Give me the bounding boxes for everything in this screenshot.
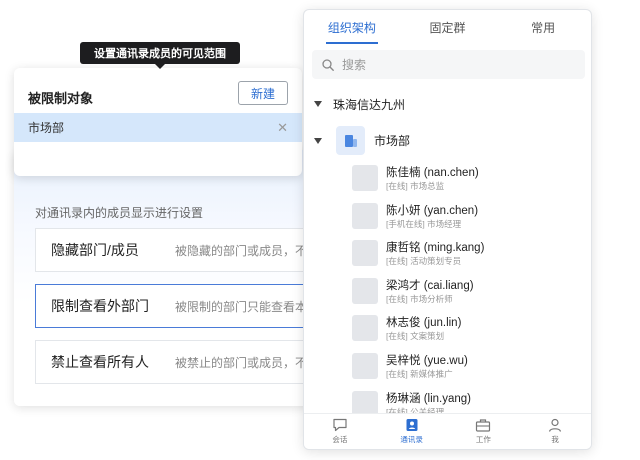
option-description: 被隐藏的部门或成员，不 [175, 243, 308, 258]
member-status: [在线] 文案策划 [386, 331, 445, 342]
avatar [352, 240, 378, 267]
list-item[interactable]: 梁鸿才 (cai.liang) [在线] 市场分析师 [304, 274, 591, 312]
avatar [352, 165, 378, 191]
member-name: 梁鸿才 (cai.liang) [386, 279, 474, 292]
option-description: 被禁止的部门或成员，不 [175, 355, 308, 370]
list-item[interactable]: 陈佳楠 (nan.chen) [在线] 市场总监 [304, 161, 591, 199]
briefcase-icon [476, 419, 491, 432]
member-name: 林志俊 (jun.lin) [386, 317, 462, 330]
contacts-icon [406, 419, 418, 431]
nav-contacts[interactable]: 通讯录 [376, 414, 448, 449]
nav-chat[interactable]: 会话 [304, 414, 376, 449]
chevron-down-icon[interactable] [314, 101, 322, 107]
option-description: 被限制的部门只能查看本 [175, 299, 308, 314]
tab-fixed-groups[interactable]: 固定群 [400, 10, 496, 44]
option-title: 隐藏部门/成员 [51, 242, 139, 258]
option-title: 禁止查看所有人 [51, 354, 149, 370]
avatar [352, 315, 378, 342]
member-status: [在线] 活动策划专员 [386, 256, 462, 267]
avatar [352, 202, 378, 229]
nav-label: 会话 [332, 435, 348, 444]
member-name: 杨琳涵 (lin.yang) [386, 392, 471, 405]
search-bar[interactable] [312, 50, 585, 79]
search-input[interactable] [342, 57, 562, 72]
nav-me[interactable]: 我 [519, 414, 591, 449]
avatar [352, 277, 378, 304]
department-icon [336, 126, 365, 155]
nav-work[interactable]: 工作 [448, 414, 520, 449]
contacts-app: 组织架构 固定群 常用 珠海信达九州 市场部 陈佳楠 (nan.chen) [在… [303, 9, 592, 450]
member-list: 陈佳楠 (nan.chen) [在线] 市场总监 陈小妍 (yan.chen) … [304, 161, 591, 424]
chevron-down-icon[interactable] [314, 137, 322, 144]
member-name: 康哲铭 (ming.kang) [386, 242, 485, 255]
nav-label: 工作 [475, 435, 491, 444]
member-status: [在线] 市场分析师 [386, 293, 453, 304]
department-name: 市场部 [374, 134, 411, 148]
member-name: 陈佳楠 (nan.chen) [386, 167, 479, 179]
person-icon [549, 418, 562, 432]
restricted-item[interactable]: 市场部 ✕ [14, 113, 302, 142]
nav-label: 通讯录 [400, 435, 423, 444]
option-hide-members[interactable]: 隐藏部门/成员 被隐藏的部门或成员，不 [35, 228, 314, 272]
option-restrict-external[interactable]: 限制查看外部门 被限制的部门只能查看本 [35, 284, 314, 328]
new-button[interactable]: 新建 [238, 81, 288, 105]
list-item[interactable]: 林志俊 (jun.lin) [在线] 文案策划 [304, 311, 591, 349]
department-node[interactable]: 市场部 [314, 126, 410, 155]
tooltip: 设置通讯录成员的可见范围 [80, 42, 240, 69]
member-status: [在线] 市场总监 [386, 181, 445, 191]
option-forbid-all[interactable]: 禁止查看所有人 被禁止的部门或成员，不 [35, 340, 314, 384]
tab-org-structure[interactable]: 组织架构 [304, 10, 400, 44]
option-title: 限制查看外部门 [51, 298, 149, 314]
chat-icon [333, 418, 347, 432]
visibility-settings-panel: 对通讯录内的成员显示进行设置 隐藏部门/成员 被隐藏的部门或成员，不 限制查看外… [14, 150, 314, 406]
org-root-name: 珠海信达九州 [333, 97, 406, 112]
close-icon[interactable]: ✕ [277, 120, 288, 136]
search-icon [322, 58, 334, 71]
bottom-nav: 会话 通讯录 工作 我 [304, 413, 591, 449]
dialog-title: 被限制对象 [28, 91, 94, 106]
org-root[interactable]: 珠海信达九州 [314, 96, 405, 112]
restricted-targets-dialog: 被限制对象 新建 市场部 ✕ [14, 68, 302, 176]
list-item[interactable]: 康哲铭 (ming.kang) [在线] 活动策划专员 [304, 236, 591, 274]
restricted-item-label: 市场部 [28, 121, 65, 135]
tab-frequent[interactable]: 常用 [495, 10, 591, 44]
member-status: [手机在线] 市场经理 [386, 218, 462, 229]
tab-bar: 组织架构 固定群 常用 [304, 10, 591, 44]
avatar [352, 352, 378, 379]
nav-label: 我 [551, 435, 559, 444]
member-status: [在线] 新媒体推广 [386, 368, 453, 379]
list-item[interactable]: 陈小妍 (yan.chen) [手机在线] 市场经理 [304, 199, 591, 237]
member-name: 陈小妍 (yan.chen) [386, 204, 479, 217]
settings-description: 对通讯录内的成员显示进行设置 [35, 206, 204, 220]
list-item[interactable]: 吴梓悦 (yue.wu) [在线] 新媒体推广 [304, 349, 591, 387]
member-name: 吴梓悦 (yue.wu) [386, 354, 468, 367]
